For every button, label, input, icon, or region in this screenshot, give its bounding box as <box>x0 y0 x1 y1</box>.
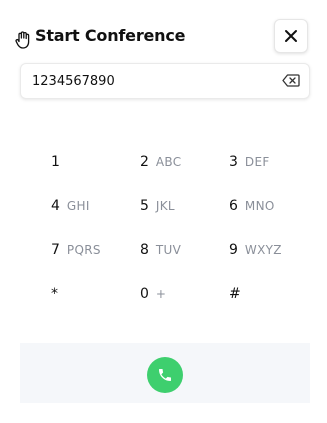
key-digit: 9 <box>229 242 238 258</box>
key-digit: # <box>229 286 241 302</box>
key-star[interactable]: * <box>51 280 131 308</box>
key-letters: JKL <box>155 199 175 213</box>
key-4[interactable]: 4 GHI <box>51 192 131 220</box>
key-digit: 4 <box>51 198 60 214</box>
key-letters: ABC <box>155 155 182 169</box>
key-7[interactable]: 7 PQRS <box>51 236 131 264</box>
key-digit: 6 <box>229 198 238 214</box>
key-digit: 1 <box>51 154 60 170</box>
key-letters: TUV <box>155 243 182 257</box>
key-2[interactable]: 2 ABC <box>140 148 220 176</box>
key-digit: 2 <box>140 154 149 170</box>
key-digit: 8 <box>140 242 149 258</box>
dialpad: 1 2 ABC 3 DEF 4 GHI 5 JKL 6 MNO 7 PQRS 8… <box>0 0 327 330</box>
key-digit: * <box>51 286 58 302</box>
phone-icon <box>159 369 171 381</box>
call-button[interactable] <box>147 357 183 393</box>
key-hash[interactable]: # <box>229 280 309 308</box>
key-digit: 5 <box>140 198 149 214</box>
key-letters: + <box>155 287 167 301</box>
key-6[interactable]: 6 MNO <box>229 192 309 220</box>
key-letters: GHI <box>66 199 90 213</box>
key-3[interactable]: 3 DEF <box>229 148 309 176</box>
key-digit: 7 <box>51 242 60 258</box>
key-5[interactable]: 5 JKL <box>140 192 220 220</box>
key-digit: 3 <box>229 154 238 170</box>
key-letters: DEF <box>244 155 270 169</box>
key-1[interactable]: 1 <box>51 148 131 176</box>
key-letters: PQRS <box>66 243 101 257</box>
key-9[interactable]: 9 WXYZ <box>229 236 309 264</box>
key-digit: 0 <box>140 286 149 302</box>
key-letters: WXYZ <box>244 243 282 257</box>
key-0[interactable]: 0 + <box>140 280 220 308</box>
key-8[interactable]: 8 TUV <box>140 236 220 264</box>
key-letters: MNO <box>244 199 275 213</box>
